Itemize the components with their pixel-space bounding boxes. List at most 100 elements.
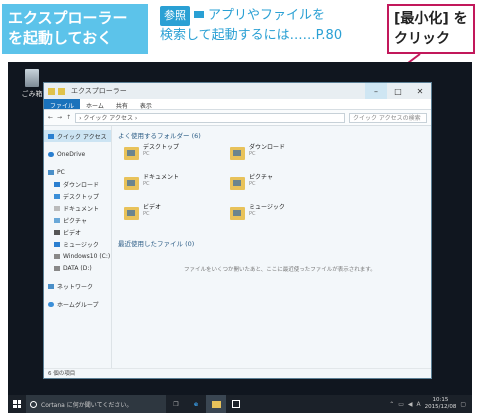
chevron-up-icon[interactable]: ⌃: [389, 401, 394, 408]
notification-icon[interactable]: ▢: [460, 401, 466, 408]
nav-label: DATA (D:): [63, 264, 92, 272]
folder-name: ダウンロード: [249, 144, 286, 151]
folder-icon: [230, 177, 245, 190]
explorer-taskbar-button[interactable]: [206, 395, 226, 413]
clock-date: 2015/12/08: [424, 404, 457, 410]
step-callout-line2: を起動しておく: [8, 29, 113, 47]
folder-name: ビデオ: [143, 204, 162, 211]
folder-location: PC: [249, 181, 256, 187]
homegroup-icon: [48, 301, 54, 307]
nav-quick-access[interactable]: クイック アクセス: [44, 130, 111, 142]
click-callout-line1: [最小化] を: [394, 11, 468, 27]
nav-windows10-drive[interactable]: Windows10 (C:): [44, 250, 111, 262]
picture-icon: [54, 217, 60, 223]
explorer-window: エクスプローラー – □ ✕ ファイル ホーム 共有 表示 ← → ↑ › クイ…: [43, 82, 432, 379]
store-taskbar-button[interactable]: [226, 395, 246, 413]
music-icon: [54, 241, 60, 247]
nav-label: ドキュメント: [63, 205, 100, 213]
tab-file[interactable]: ファイル: [44, 99, 81, 110]
edge-icon: e: [193, 400, 199, 408]
recycle-bin-icon: [25, 69, 39, 87]
network-icon: [48, 283, 54, 289]
taskbar: Cortana に何か聞いてください。 ❐ e ⌃ ▭ ◀ A 10:15 20…: [8, 395, 472, 413]
desktop-icon: [54, 193, 60, 199]
nav-label: ミュージック: [63, 241, 99, 249]
status-bar: 6 個の項目: [44, 368, 431, 378]
folder-item[interactable]: ドキュメント PC: [124, 174, 214, 196]
nav-network[interactable]: ネットワーク: [44, 280, 111, 292]
desktop: ごみ箱 エクスプローラー – □ ✕ ファイル ホーム 共有 表示 ← → ↑ …: [8, 62, 472, 413]
cloud-icon: [48, 151, 54, 157]
cortana-placeholder: Cortana に何か聞いてください。: [41, 401, 133, 409]
folder-item[interactable]: ダウンロード PC: [230, 144, 320, 166]
tab-share[interactable]: 共有: [110, 99, 134, 110]
folder-icon: [211, 400, 221, 408]
nav-documents[interactable]: ドキュメント: [44, 202, 111, 214]
nav-label: Windows10 (C:): [63, 252, 111, 260]
recent-files-heading[interactable]: 最近使用したファイル (0): [118, 238, 194, 248]
close-button[interactable]: ✕: [409, 83, 431, 99]
tab-view[interactable]: 表示: [134, 99, 158, 110]
folder-name: ピクチャ: [249, 174, 273, 181]
properties-icon[interactable]: [58, 87, 65, 95]
book-icon: [192, 9, 206, 20]
nav-data-drive[interactable]: DATA (D:): [44, 262, 111, 274]
drive-icon: [54, 265, 60, 271]
taskbar-clock[interactable]: 10:15 2015/12/08: [425, 397, 457, 411]
window-title: エクスプローラー: [71, 87, 127, 95]
folder-location: PC: [143, 211, 150, 217]
windows-logo-icon: [13, 400, 21, 408]
store-icon: [232, 400, 240, 408]
ribbon-tabs: ファイル ホーム 共有 表示: [44, 99, 431, 110]
folder-icon: [124, 147, 139, 160]
volume-icon[interactable]: ◀: [408, 401, 413, 408]
computer-icon: [48, 169, 54, 175]
nav-onedrive[interactable]: OneDrive: [44, 148, 111, 160]
nav-homegroup[interactable]: ホームグループ: [44, 298, 111, 310]
nav-label: ピクチャ: [63, 217, 87, 225]
maximize-button[interactable]: □: [387, 83, 409, 99]
nav-desktop[interactable]: デスクトップ: [44, 190, 111, 202]
folder-location: PC: [143, 181, 150, 187]
folder-name: デスクトップ: [143, 144, 180, 151]
folder-icon: [124, 207, 139, 220]
up-icon[interactable]: ↑: [66, 114, 71, 121]
folder-name: ドキュメント: [143, 174, 180, 181]
navigation-pane: クイック アクセス OneDrive PC ダウンロード デスクトップ ドキュメ…: [44, 126, 112, 368]
network-icon[interactable]: ▭: [398, 401, 404, 408]
nav-label: デスクトップ: [63, 193, 100, 201]
reference-note: 参照 アプリやファイルを 検索して起動するには……P.80: [160, 6, 370, 46]
address-input[interactable]: › クイック アクセス ›: [75, 112, 345, 123]
folder-location: PC: [143, 151, 150, 157]
click-callout-line2: クリック: [394, 31, 450, 47]
minimize-button[interactable]: –: [365, 83, 387, 99]
explorer-titlebar[interactable]: エクスプローラー – □ ✕: [44, 83, 431, 99]
task-view-button[interactable]: ❐: [166, 395, 186, 413]
nav-pictures[interactable]: ピクチャ: [44, 214, 111, 226]
folder-item[interactable]: ビデオ PC: [124, 204, 214, 226]
back-icon[interactable]: ←: [48, 114, 53, 121]
document-icon: [54, 205, 60, 211]
start-button[interactable]: [8, 395, 26, 413]
forward-icon[interactable]: →: [57, 114, 62, 121]
frequent-folders-heading[interactable]: よく使用するフォルダー (6): [118, 130, 201, 140]
nav-music[interactable]: ミュージック: [44, 238, 111, 250]
folder-item[interactable]: デスクトップ PC: [124, 144, 214, 166]
cortana-search-box[interactable]: Cortana に何か聞いてください。: [26, 395, 166, 413]
nav-pc[interactable]: PC: [44, 166, 111, 178]
folder-icon[interactable]: [48, 87, 55, 95]
folder-item[interactable]: ピクチャ PC: [230, 174, 320, 196]
edge-taskbar-button[interactable]: e: [186, 395, 206, 413]
folder-item[interactable]: ミュージック PC: [230, 204, 320, 226]
nav-label: ホームグループ: [57, 301, 99, 309]
search-input[interactable]: クイック アクセスの検索: [349, 112, 427, 123]
nav-download[interactable]: ダウンロード: [44, 178, 111, 190]
step-callout: エクスプローラー を起動しておく: [2, 4, 148, 54]
folder-icon: [230, 147, 245, 160]
ime-indicator[interactable]: A: [417, 401, 421, 408]
content-pane: よく使用するフォルダー (6) デスクトップ PC ダウンロード PC ドキュメント…: [112, 126, 431, 368]
nav-videos[interactable]: ビデオ: [44, 226, 111, 238]
tab-home[interactable]: ホーム: [80, 99, 110, 110]
explorer-body: クイック アクセス OneDrive PC ダウンロード デスクトップ ドキュメ…: [44, 126, 431, 368]
folder-icon: [124, 177, 139, 190]
